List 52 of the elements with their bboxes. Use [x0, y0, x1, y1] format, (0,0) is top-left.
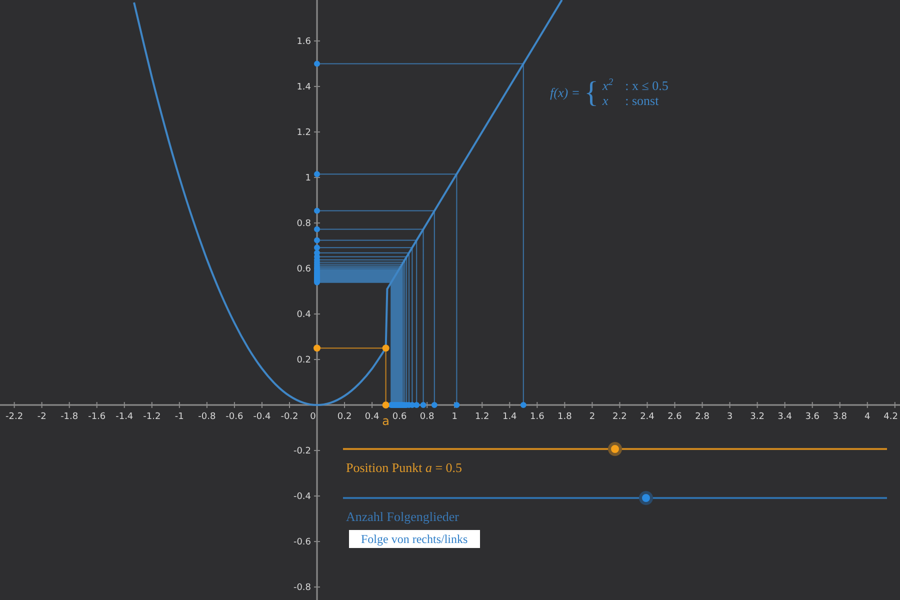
tick-label: -0.8 — [293, 583, 312, 594]
tick-label: 1.8 — [558, 412, 572, 422]
tick-label: 0.4 — [296, 310, 312, 320]
tick-label: 1.4 — [502, 412, 517, 422]
slider-label: Anzahl Folgenglieder — [346, 508, 459, 526]
tick-label: 3.8 — [832, 412, 848, 422]
tick-label: 0 — [310, 412, 316, 422]
tick-label: 0.8 — [420, 412, 434, 422]
tick-label: -1.2 — [143, 412, 161, 422]
tick-label: 0.6 — [296, 264, 312, 274]
tick-label: -0.4 — [253, 412, 271, 422]
tick-label: -2.2 — [6, 412, 24, 422]
tick-label: 1 — [305, 173, 312, 184]
tick-label: 2.8 — [695, 412, 710, 422]
tick-label: 1 — [452, 412, 458, 422]
slider-label: Position Punkt a = 0.5 — [346, 459, 462, 477]
tick-label: 2 — [589, 412, 596, 422]
tick-label: 3.2 — [750, 412, 764, 422]
tick-label: 4 — [864, 412, 870, 422]
tick-label: -0.6 — [293, 538, 312, 548]
tick-label: -0.2 — [293, 446, 312, 456]
tick-label: 3.6 — [805, 412, 820, 422]
tick-label: -0.4 — [293, 492, 312, 502]
point-label: a — [382, 414, 390, 428]
slider-thumb[interactable] — [639, 491, 653, 505]
tick-label: -1 — [174, 412, 184, 422]
tick-label: 1.2 — [296, 128, 312, 138]
tick-label: 0.4 — [364, 412, 380, 422]
tick-label: 0.6 — [392, 412, 407, 422]
tick-label: -1.6 — [88, 412, 106, 422]
tick-label: 3 — [726, 412, 733, 422]
tick-label: 1.6 — [530, 412, 544, 422]
tick-label: -1.4 — [116, 412, 134, 422]
tick-label: -1.8 — [60, 412, 78, 422]
brace: { — [584, 78, 598, 108]
tick-label: 0.8 — [296, 218, 312, 229]
slider-thumb[interactable] — [608, 442, 622, 456]
tick-label: -0.8 — [198, 412, 216, 422]
tick-label: 3.4 — [778, 412, 792, 422]
tick-label: -2 — [37, 412, 46, 422]
tick-label: 0.2 — [337, 412, 352, 422]
tick-label: -0.2 — [280, 412, 298, 422]
tick-label: 2.4 — [640, 412, 654, 422]
tick-label: 0.2 — [296, 356, 312, 366]
tick-label: 2.2 — [612, 412, 627, 422]
sequence-direction-button[interactable]: Folge von rechts/links — [349, 530, 480, 548]
tick-label: 1.4 — [296, 82, 312, 92]
tick-label: 1.6 — [296, 36, 312, 47]
tick-label: -0.6 — [226, 412, 244, 422]
tick-label: 1.2 — [474, 412, 490, 422]
tick-label: 4.2 — [884, 412, 898, 422]
tick-label: 2.6 — [668, 412, 682, 422]
